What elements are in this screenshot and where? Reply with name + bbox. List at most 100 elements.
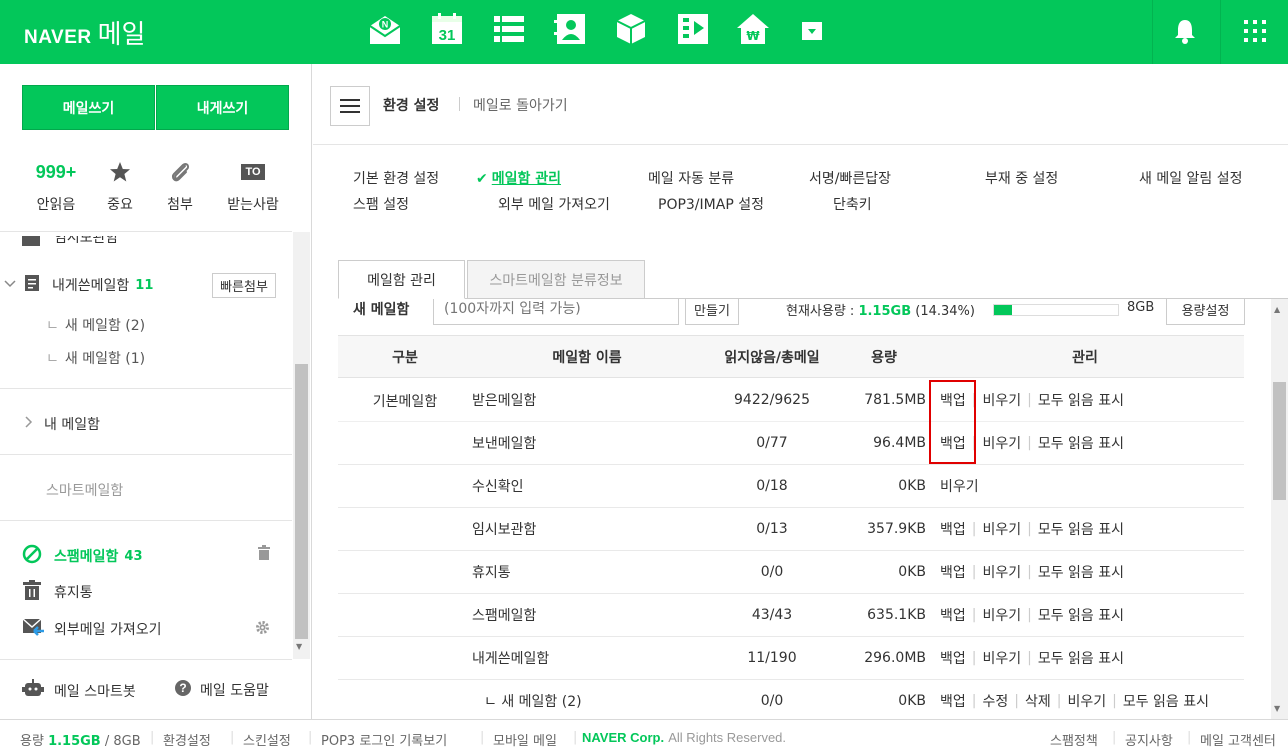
settings-link-auto-sort[interactable]: 메일 자동 분류 <box>648 168 734 188</box>
action-link[interactable]: 백업 <box>940 562 966 582</box>
tab-smart-mailbox-info[interactable]: 스마트메일함 분류정보 <box>467 260 645 299</box>
action-link[interactable]: 비우기 <box>982 519 1021 539</box>
mailbox-size: 96.4MB <box>873 435 926 451</box>
action-link[interactable]: 백업 <box>940 691 966 711</box>
compose-button[interactable]: 메일쓰기 <box>22 85 155 130</box>
action-link[interactable]: 백업 <box>940 648 966 668</box>
action-link[interactable]: 모두 읽음 표시 <box>1038 519 1124 539</box>
sidebar-item-submailbox-1[interactable]: ㄴ새 메일함 (1) <box>46 348 145 368</box>
action-separator: | <box>1027 521 1032 537</box>
sidebar-item-external-mail[interactable]: 외부메일 가져오기 <box>22 617 162 641</box>
smartbot-link[interactable]: 메일 스마트봇 <box>22 679 136 703</box>
action-link[interactable]: 비우기 <box>982 390 1021 410</box>
settings-link-absence[interactable]: 부재 중 설정 <box>985 168 1058 188</box>
back-to-mail-link[interactable]: 메일로 돌아가기 <box>473 95 568 115</box>
action-link[interactable]: 비우기 <box>982 562 1021 582</box>
settings-link-spam[interactable]: 스팸 설정 <box>353 194 409 214</box>
self-compose-button[interactable]: 내게쓰기 <box>156 85 289 130</box>
tab-mailbox-manage[interactable]: 메일함 관리 <box>338 260 465 299</box>
quick-label: 안읽음 <box>36 197 76 213</box>
trash-small-icon[interactable] <box>257 545 271 564</box>
robot-icon <box>22 679 44 703</box>
hamburger-menu-button[interactable] <box>330 86 370 126</box>
usage-bar-fill <box>994 305 1012 315</box>
action-link[interactable]: 모두 읽음 표시 <box>1038 433 1124 453</box>
home-won-icon[interactable]: ₩ <box>736 12 770 46</box>
action-link[interactable]: 모두 읽음 표시 <box>1038 605 1124 625</box>
footer-link-customer-center[interactable]: 메일 고객센터 <box>1200 730 1276 749</box>
sidebar-item-trash[interactable]: 휴지통 <box>22 580 93 604</box>
sidebar-scrollbar-thumb[interactable] <box>295 364 308 639</box>
quick-recipient[interactable]: TO 받는사람 <box>218 160 288 214</box>
footer-link-pop3-log[interactable]: POP3 로그인 기록보기 <box>321 730 447 749</box>
sidebar-item-smart-mailbox[interactable]: 스마트메일함 <box>46 480 123 500</box>
settings-link-mailbox-manage[interactable]: ✔ 메일함 관리 <box>476 168 561 188</box>
new-mailbox-input[interactable] <box>433 299 679 325</box>
action-link[interactable]: 삭제 <box>1025 691 1051 711</box>
footer-link-spam-policy[interactable]: 스팸정책 <box>1050 730 1098 749</box>
sidebar-item-self-mailbox[interactable]: 내게쓴메일함 11 <box>4 274 153 296</box>
footer-link-mobile[interactable]: 모바일 메일 <box>493 730 557 749</box>
media-icon[interactable] <box>676 12 710 46</box>
settings-link-notify[interactable]: 새 메일 알림 설정 <box>1139 168 1243 188</box>
settings-link-general[interactable]: 기본 환경 설정 <box>353 168 439 188</box>
action-link[interactable]: 모두 읽음 표시 <box>1038 648 1124 668</box>
sidebar-item-my-mailbox[interactable]: 내 메일함 <box>24 414 100 434</box>
chevron-down-icon[interactable] <box>4 278 20 293</box>
action-link[interactable]: 모두 읽음 표시 <box>1038 562 1124 582</box>
main-scrollbar-thumb[interactable] <box>1273 382 1286 500</box>
contacts-icon[interactable] <box>554 12 588 46</box>
action-separator: | <box>1027 435 1032 451</box>
naver-mail-logo[interactable]: NAVER 메일 <box>24 14 145 51</box>
footer-link-notice[interactable]: 공지사항 <box>1125 730 1173 749</box>
action-separator: | <box>971 693 977 709</box>
trash-icon <box>22 580 42 604</box>
sidebar-item-drafts-partial[interactable]: 임시보관함 <box>22 236 222 252</box>
row-actions: 백업 | 비우기 | 모두 읽음 표시 <box>940 508 1124 550</box>
action-link[interactable]: 비우기 <box>982 648 1021 668</box>
action-link[interactable]: 비우기 <box>982 605 1021 625</box>
mail-app-icon[interactable]: N <box>368 12 402 46</box>
settings-link-signature[interactable]: 서명/빠른답장 <box>809 168 891 188</box>
usage-settings-button[interactable]: 용량설정 <box>1166 299 1245 325</box>
action-link[interactable]: 수정 <box>982 691 1008 711</box>
create-mailbox-button[interactable]: 만들기 <box>685 299 739 325</box>
sidebar-item-label: 휴지통 <box>54 585 93 601</box>
top-divider <box>1152 0 1153 64</box>
action-link[interactable]: 모두 읽음 표시 <box>1038 390 1124 410</box>
gear-icon[interactable] <box>255 620 270 639</box>
settings-link-shortcut[interactable]: 단축키 <box>833 194 872 214</box>
row-actions: 백업 | 비우기 | 모두 읽음 표시 <box>940 594 1124 636</box>
action-link[interactable]: 비우기 <box>1067 691 1106 711</box>
footer-link-settings[interactable]: 환경설정 <box>163 730 211 749</box>
action-link[interactable]: 모두 읽음 표시 <box>1123 691 1209 711</box>
action-separator: | <box>1027 564 1032 580</box>
scroll-down-arrow-icon[interactable]: ▼ <box>1274 704 1280 713</box>
settings-link-pop3[interactable]: POP3/IMAP 설정 <box>658 194 764 214</box>
calendar-day: 31 <box>439 27 456 44</box>
sidebar-item-spam[interactable]: 스팸메일함 43 <box>22 544 143 568</box>
row-actions: 비우기 <box>940 465 979 507</box>
bell-icon[interactable] <box>1170 16 1200 46</box>
quick-attachment[interactable]: 첨부 <box>145 160 215 214</box>
footer-link-skin[interactable]: 스킨설정 <box>243 730 291 749</box>
settings-link-external[interactable]: 외부 메일 가져오기 <box>498 194 610 214</box>
highlight-box <box>929 380 976 464</box>
more-dropdown-icon[interactable] <box>800 20 824 42</box>
list-icon[interactable] <box>492 12 526 46</box>
cube-icon[interactable] <box>614 12 648 46</box>
quick-unread[interactable]: 999+ 안읽음 <box>21 160 91 214</box>
action-link[interactable]: 비우기 <box>982 433 1021 453</box>
apps-grid-icon[interactable] <box>1242 18 1268 44</box>
scroll-up-arrow-icon[interactable]: ▲ <box>1274 305 1280 314</box>
main-scrollbar[interactable] <box>1271 299 1288 719</box>
divider <box>313 144 1288 145</box>
quick-attach-button[interactable]: 빠른첨부 <box>212 273 276 298</box>
sidebar-item-submailbox-2[interactable]: ㄴ새 메일함 (2) <box>46 315 145 335</box>
help-link[interactable]: ? 메일 도움말 <box>174 679 269 701</box>
action-link[interactable]: 백업 <box>940 519 966 539</box>
scroll-down-arrow-icon[interactable]: ▼ <box>296 642 302 651</box>
action-link[interactable]: 비우기 <box>940 476 979 496</box>
action-link[interactable]: 백업 <box>940 605 966 625</box>
calendar-icon[interactable]: 31 <box>430 12 464 46</box>
